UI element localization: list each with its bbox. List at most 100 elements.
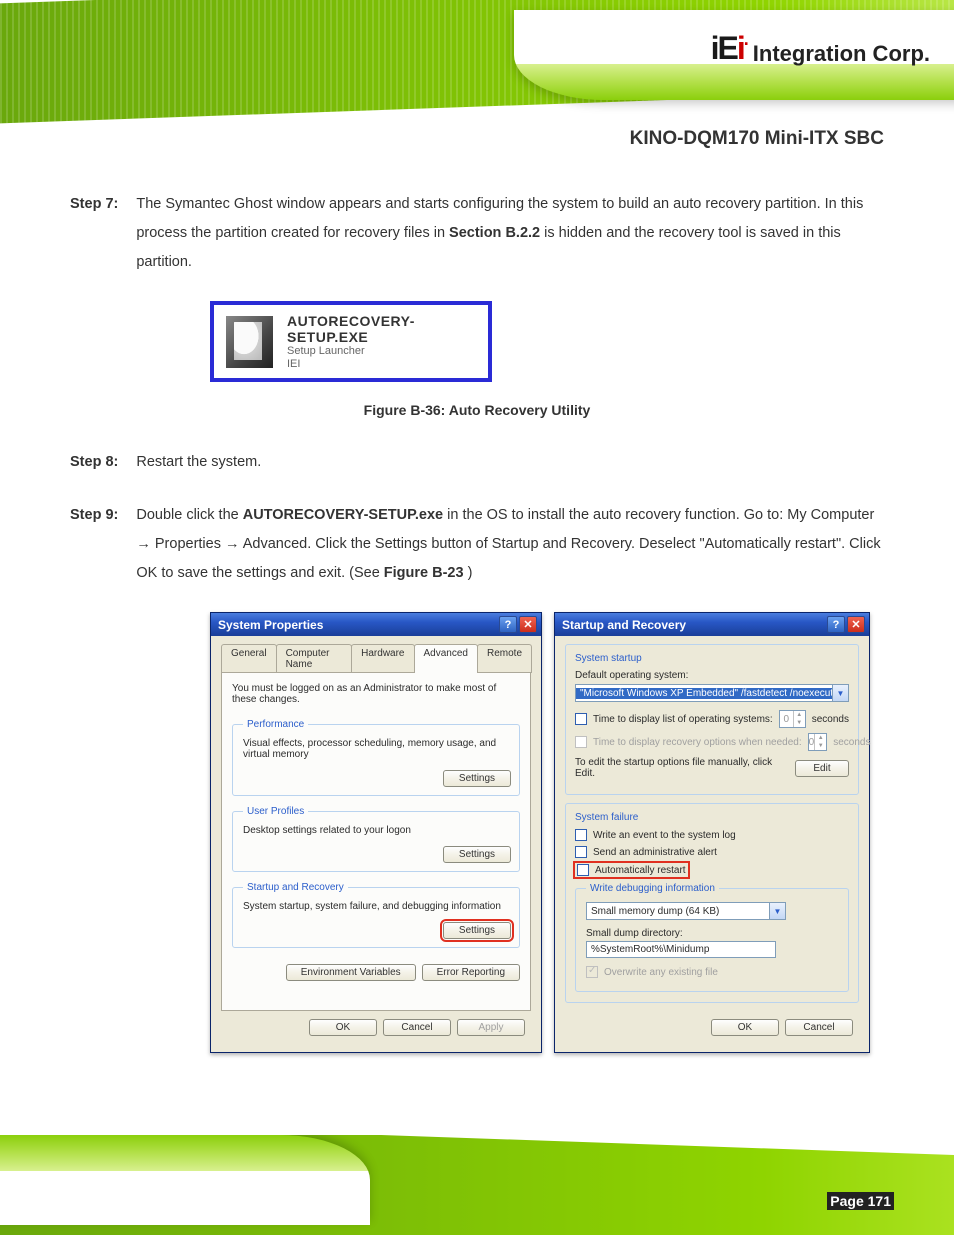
sr-display-list-checkbox[interactable] [575,713,587,725]
sp-env-vars-button[interactable]: Environment Variables [286,964,416,981]
step-9: Step 9: Double click the AUTORECOVERY-SE… [70,501,884,588]
launcher-icon [226,316,273,368]
sr-dump-type-select[interactable]: Small memory dump (64 KB) ▼ [586,902,786,920]
step-number: Step 7: [70,190,118,277]
sr-dump-dir-input[interactable]: %SystemRoot%\Minidump [586,941,776,958]
sr-body: System startup Default operating system:… [555,636,869,1052]
sr-display-list-row: Time to display list of operating system… [575,710,849,728]
sr-overwrite-row: ✓ Overwrite any existing file [586,966,840,978]
figure-caption-36: Figure B-36: Auto Recovery Utility [70,402,884,418]
sp-userprofiles-group: User Profiles Desktop settings related t… [232,806,520,872]
sr-overwrite-checkbox: ✓ [586,966,598,978]
brand-mark-dot: i [737,30,744,66]
brand-mark: iEi. [711,30,747,67]
sr-send-alert-row: Send an administrative alert [575,846,849,858]
sr-display-recovery-checkbox [575,736,587,748]
sr-debug-legend: Write debugging information [586,883,719,894]
sp-cancel-button[interactable]: Cancel [383,1019,451,1036]
sp-usr-settings-button[interactable]: Settings [443,846,511,863]
sr-failure-group: System failure Write an event to the sys… [565,803,859,1003]
sr-display-recovery-row: Time to display recovery options when ne… [575,733,849,751]
sp-tab-panel: You must be logged on as an Administrato… [221,672,531,1011]
sp-title: System Properties [218,618,323,632]
step-bold-a: AUTORECOVERY-SETUP.exe [243,507,443,523]
sp-body: General Computer Name Hardware Advanced … [211,636,541,1052]
help-button[interactable]: ? [499,616,517,633]
sr-display-list-spinner[interactable]: 0 ▲▼ [779,710,806,728]
sr-edit-button[interactable]: Edit [795,760,849,777]
brand-mark-dot2: . [744,29,747,49]
close-button[interactable]: ✕ [847,616,865,633]
launcher-line2: Setup Launcher [287,345,476,358]
seconds-label: seconds [833,737,870,748]
system-properties-dialog: System Properties ? ✕ General Computer N… [210,612,542,1053]
spin-arrows: ▲▼ [814,734,826,750]
sr-cancel-button[interactable]: Cancel [785,1019,853,1036]
sr-write-event-checkbox[interactable] [575,829,587,841]
sp-ok-button[interactable]: OK [309,1019,377,1036]
tab-remote[interactable]: Remote [477,644,532,673]
swoosh [0,1135,370,1225]
brand-logo: iEi. Integration Corp. [711,30,930,67]
titlebar-buttons: ? ✕ [499,616,537,633]
step-number: Step 9: [70,501,118,588]
step-bold-ref: Section B.2.2 [449,225,540,241]
brand-mark-prefix: iE [711,30,737,66]
chevron-down-icon[interactable]: ▼ [832,685,848,701]
arrow-icon: → [225,536,240,552]
tab-general[interactable]: General [221,644,277,673]
sp-perf-desc: Visual effects, processor scheduling, me… [243,738,511,760]
sr-default-os-label: Default operating system: [575,670,849,681]
spin-arrows[interactable]: ▲▼ [793,711,805,727]
sr-write-event-row: Write an event to the system log [575,829,849,841]
sp-dialog-buttons: OK Cancel Apply [221,1011,531,1044]
tab-hardware[interactable]: Hardware [351,644,414,673]
step-text-b: in the OS to install the auto recovery f… [447,507,874,523]
doc-title: KINO-DQM170 Mini-ITX SBC [70,128,884,150]
sr-startup-group: System startup Default operating system:… [565,644,859,795]
sp-tabstrip: General Computer Name Hardware Advanced … [221,644,531,673]
sp-env-err-row: Environment Variables Error Reporting [232,964,520,981]
sr-write-event-label: Write an event to the system log [593,830,736,841]
step-bold-b: Figure B-23 [384,565,464,581]
tab-advanced[interactable]: Advanced [414,644,478,673]
check-icon: ✓ [588,965,596,976]
chevron-down-icon[interactable]: ▼ [769,903,785,919]
brand-tagline: Integration Corp. [753,41,930,67]
sr-overwrite-label: Overwrite any existing file [604,967,718,978]
sp-sar-legend: Startup and Recovery [243,882,348,893]
sr-ok-button[interactable]: OK [711,1019,779,1036]
help-button[interactable]: ? [827,616,845,633]
sr-display-recovery-spinner: 0 ▲▼ [808,733,828,751]
launcher-text: AUTORECOVERY-SETUP.EXE Setup Launcher IE… [287,313,476,370]
close-button[interactable]: ✕ [519,616,537,633]
sr-default-os-select[interactable]: "Microsoft Windows XP Embedded" /fastdet… [575,684,849,702]
autorecovery-launcher-figure: AUTORECOVERY-SETUP.EXE Setup Launcher IE… [210,301,492,382]
launcher-line1: AUTORECOVERY-SETUP.EXE [287,313,476,345]
sp-apply-button[interactable]: Apply [457,1019,525,1036]
sr-titlebar: Startup and Recovery ? ✕ [555,613,869,636]
sp-usr-legend: User Profiles [243,806,308,817]
spin-value: 0 [780,711,793,727]
sr-auto-restart-checkbox[interactable] [577,864,589,876]
step-text-d: Advanced. Click the Settings button of S… [136,536,880,581]
sr-send-alert-checkbox[interactable] [575,846,587,858]
sr-auto-restart-row: Automatically restart [575,863,688,877]
sr-default-os-value: "Microsoft Windows XP Embedded" /fastdet… [576,688,832,699]
sp-error-reporting-button[interactable]: Error Reporting [422,964,520,981]
sr-title: Startup and Recovery [562,618,686,632]
sp-admin-note: You must be logged on as an Administrato… [232,683,520,705]
sr-debug-group: Write debugging information Small memory… [575,883,849,992]
sr-display-recovery-label: Time to display recovery options when ne… [593,737,802,748]
sp-performance-group: Performance Visual effects, processor sc… [232,719,520,796]
tab-computer-name[interactable]: Computer Name [276,644,353,673]
sr-startup-legend: System startup [575,653,849,664]
sp-sar-desc: System startup, system failure, and debu… [243,901,511,912]
step-text-e: ) [468,565,473,581]
sp-perf-settings-button[interactable]: Settings [443,770,511,787]
arrow-icon: → [136,536,151,552]
sp-perf-legend: Performance [243,719,308,730]
step-body: The Symantec Ghost window appears and st… [136,190,884,277]
sp-sar-settings-button[interactable]: Settings [443,922,511,939]
sr-edit-row: To edit the startup options file manuall… [575,757,849,779]
